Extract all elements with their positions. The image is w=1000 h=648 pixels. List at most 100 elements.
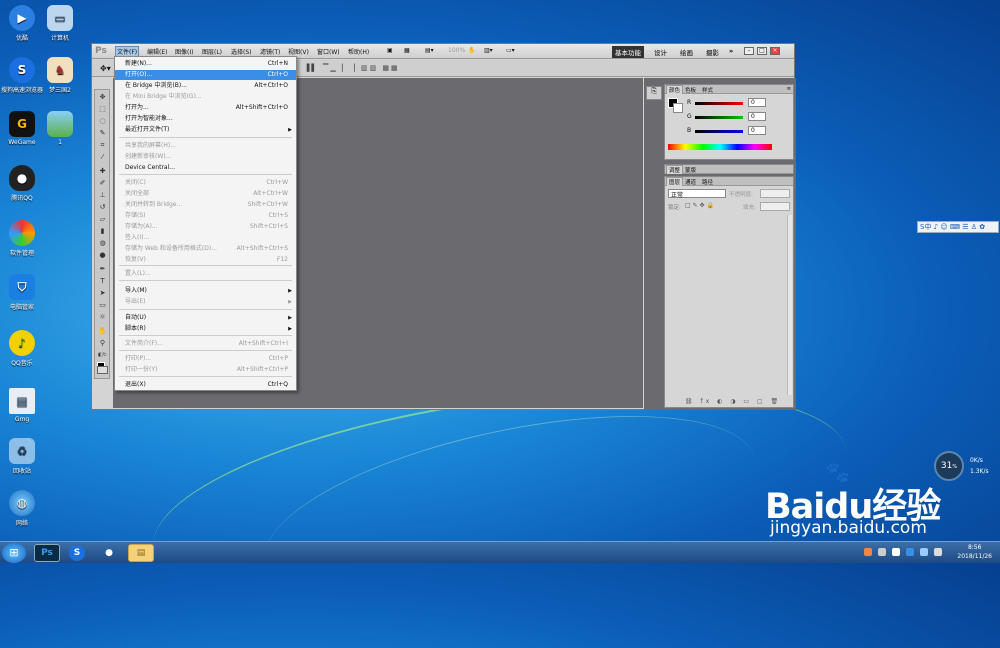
move-tool-option-icon[interactable]: ✥▾: [100, 64, 111, 73]
file-menu-item[interactable]: 在 Mini Bridge 中浏览(G)...: [115, 92, 296, 102]
dodge-tool-icon[interactable]: ●: [97, 251, 108, 260]
file-menu-item[interactable]: 置入(L)...: [115, 269, 296, 279]
file-menu-item[interactable]: 关闭全部 Alt+Ctrl+W: [115, 189, 296, 199]
taskbar-photoshop[interactable]: Ps: [34, 544, 60, 562]
desktop-icon-mengsanguo[interactable]: ♞ 梦三国2: [38, 57, 82, 94]
desktop-icon-gmg[interactable]: ▤ Gmg: [0, 388, 44, 423]
zoom-level[interactable]: 100%: [448, 47, 465, 54]
workspace-design[interactable]: 设计: [651, 46, 670, 58]
file-menu-item[interactable]: 打开(O)... Ctrl+O: [115, 70, 296, 80]
file-menu-item[interactable]: 共享我的屏幕(H)...: [115, 141, 296, 151]
menu-layer[interactable]: 图层(L): [202, 47, 222, 56]
tray-flag-icon[interactable]: [892, 548, 900, 556]
file-menu-item[interactable]: 退出(X) Ctrl+Q: [115, 380, 296, 390]
clock[interactable]: 8:56 2018/11/26: [957, 543, 992, 561]
type-tool-icon[interactable]: T: [97, 277, 108, 286]
file-menu-item[interactable]: 存储为 Web 和设备所用格式(D)... Alt+Shift+Ctrl+S: [115, 244, 296, 254]
fill-field[interactable]: [760, 202, 790, 211]
clone-stamp-tool-icon[interactable]: ⊥: [97, 191, 108, 200]
channel-r-value[interactable]: 0: [748, 98, 766, 107]
workspace-painting[interactable]: 绘画: [677, 46, 696, 58]
taskbar-explorer[interactable]: ▤: [128, 544, 154, 562]
menu-edit[interactable]: 编辑(E): [147, 47, 167, 56]
file-menu-item[interactable]: 存储(S) Ctrl+S: [115, 211, 296, 221]
file-menu-item[interactable]: 存储为(A)... Shift+Ctrl+S: [115, 222, 296, 232]
history-brush-tool-icon[interactable]: ↺: [97, 203, 108, 212]
file-menu-item[interactable]: 新建(N)... Ctrl+N: [115, 59, 296, 69]
tab-paths[interactable]: 路径: [700, 178, 715, 186]
desktop-icon-qq-music[interactable]: ♪ QQ音乐: [0, 330, 44, 367]
tab-styles[interactable]: 样式: [700, 86, 715, 94]
layers-scrollbar[interactable]: [787, 215, 792, 395]
file-menu-item[interactable]: 打开为智能对象...: [115, 114, 296, 124]
file-menu-item[interactable]: 打印(P)... Ctrl+P: [115, 354, 296, 364]
start-button[interactable]: ⊞: [2, 543, 26, 563]
tray-keyboard-icon[interactable]: [878, 548, 886, 556]
quick-mask-icon[interactable]: [97, 366, 108, 374]
taskbar-sogou[interactable]: S: [64, 544, 90, 562]
channel-b-value[interactable]: 0: [748, 126, 766, 135]
swap-colors-icon[interactable]: ◧↻: [97, 351, 108, 360]
close-button[interactable]: ×: [770, 47, 780, 55]
gradient-tool-icon[interactable]: ▮: [97, 227, 108, 236]
bg-color-chip[interactable]: [673, 103, 683, 113]
desktop-icon-computer[interactable]: ▭ 计算机: [38, 5, 82, 42]
more-workspaces-button[interactable]: »: [726, 46, 736, 56]
file-menu-item[interactable]: 自动(U) ▶: [115, 313, 296, 323]
tab-swatches[interactable]: 色板: [683, 86, 698, 94]
channel-g-value[interactable]: 0: [748, 112, 766, 121]
file-menu-item[interactable]: 导出(E) ▶: [115, 297, 296, 307]
history-panel-icon[interactable]: ⎘: [646, 86, 662, 100]
file-menu-item[interactable]: 打印一份(Y) Alt+Shift+Ctrl+P: [115, 365, 296, 375]
brush-tool-icon[interactable]: ✐: [97, 179, 108, 188]
desktop-icon-1[interactable]: 1: [38, 111, 82, 146]
lock-icons[interactable]: □ ✎ ✥ 🔒: [685, 202, 714, 209]
tray-app-icon[interactable]: [864, 548, 872, 556]
bridge-icon[interactable]: ▣: [387, 47, 393, 54]
blur-tool-icon[interactable]: ◍: [97, 239, 108, 248]
move-tool-icon[interactable]: ✥: [97, 93, 108, 102]
crop-tool-icon[interactable]: ⌗: [97, 141, 108, 150]
channel-b-slider[interactable]: [695, 130, 743, 133]
file-menu-item[interactable]: 创建新审核(W)...: [115, 152, 296, 162]
3d-rotate-tool-icon[interactable]: ☼: [97, 313, 108, 322]
desktop-icon-recycle-bin[interactable]: ♻ 回收站: [0, 438, 44, 475]
file-menu-item[interactable]: Device Central...: [115, 163, 296, 173]
tab-layers[interactable]: 图层: [666, 177, 684, 186]
menu-filter[interactable]: 滤镜(T): [260, 47, 280, 56]
tab-adjustments[interactable]: 调整: [666, 165, 684, 174]
workspace-photography[interactable]: 摄影: [703, 46, 722, 58]
mini-bridge-icon[interactable]: ▦: [404, 47, 410, 54]
screen-mode-icon[interactable]: ▭▾: [506, 47, 515, 54]
color-spectrum-bar[interactable]: [668, 144, 772, 150]
file-menu-item[interactable]: 脚本(R) ▶: [115, 324, 296, 334]
workspace-essentials[interactable]: 基本功能: [612, 46, 644, 58]
file-menu-item[interactable]: 关闭(C) Ctrl+W: [115, 178, 296, 188]
taskbar-qq[interactable]: ●: [96, 544, 122, 562]
file-menu-item[interactable]: 导入(M) ▶: [115, 286, 296, 296]
marquee-tool-icon[interactable]: ⬚: [97, 105, 108, 114]
maximize-button[interactable]: □: [757, 47, 767, 55]
hand-tool-icon[interactable]: ✋: [468, 47, 475, 54]
menu-select[interactable]: 选择(S): [231, 47, 252, 56]
eyedropper-tool-icon[interactable]: ⁄: [97, 153, 108, 162]
file-menu-item[interactable]: 关闭并转到 Bridge... Shift+Ctrl+W: [115, 200, 296, 210]
menu-help[interactable]: 帮助(H): [348, 47, 369, 56]
healing-brush-tool-icon[interactable]: ✚: [97, 167, 108, 176]
tray-shield-icon[interactable]: [906, 548, 914, 556]
eraser-tool-icon[interactable]: ▱: [97, 215, 108, 224]
hand-tool-icon-2[interactable]: ✋: [97, 327, 108, 336]
layers-footer-icons[interactable]: ⛓ fx ◐ ◑ ▭ ▢ 🗑: [685, 398, 781, 405]
shape-tool-icon[interactable]: ▭: [97, 301, 108, 310]
tab-masks[interactable]: 蒙版: [683, 166, 698, 174]
view-extras-icon[interactable]: ▤▾: [425, 47, 434, 54]
file-menu-item[interactable]: 在 Bridge 中浏览(B)... Alt+Ctrl+O: [115, 81, 296, 91]
file-menu-item[interactable]: 打开为... Alt+Shift+Ctrl+O: [115, 103, 296, 113]
file-menu-item[interactable]: 最近打开文件(T) ▶: [115, 125, 296, 135]
path-select-tool-icon[interactable]: ➤: [97, 289, 108, 298]
opacity-field[interactable]: [760, 189, 790, 198]
menu-view[interactable]: 视图(V): [288, 47, 309, 56]
tab-color[interactable]: 颜色: [666, 85, 684, 94]
file-menu-item[interactable]: 恢复(V) F12: [115, 255, 296, 265]
quick-select-tool-icon[interactable]: ✎: [97, 129, 108, 138]
